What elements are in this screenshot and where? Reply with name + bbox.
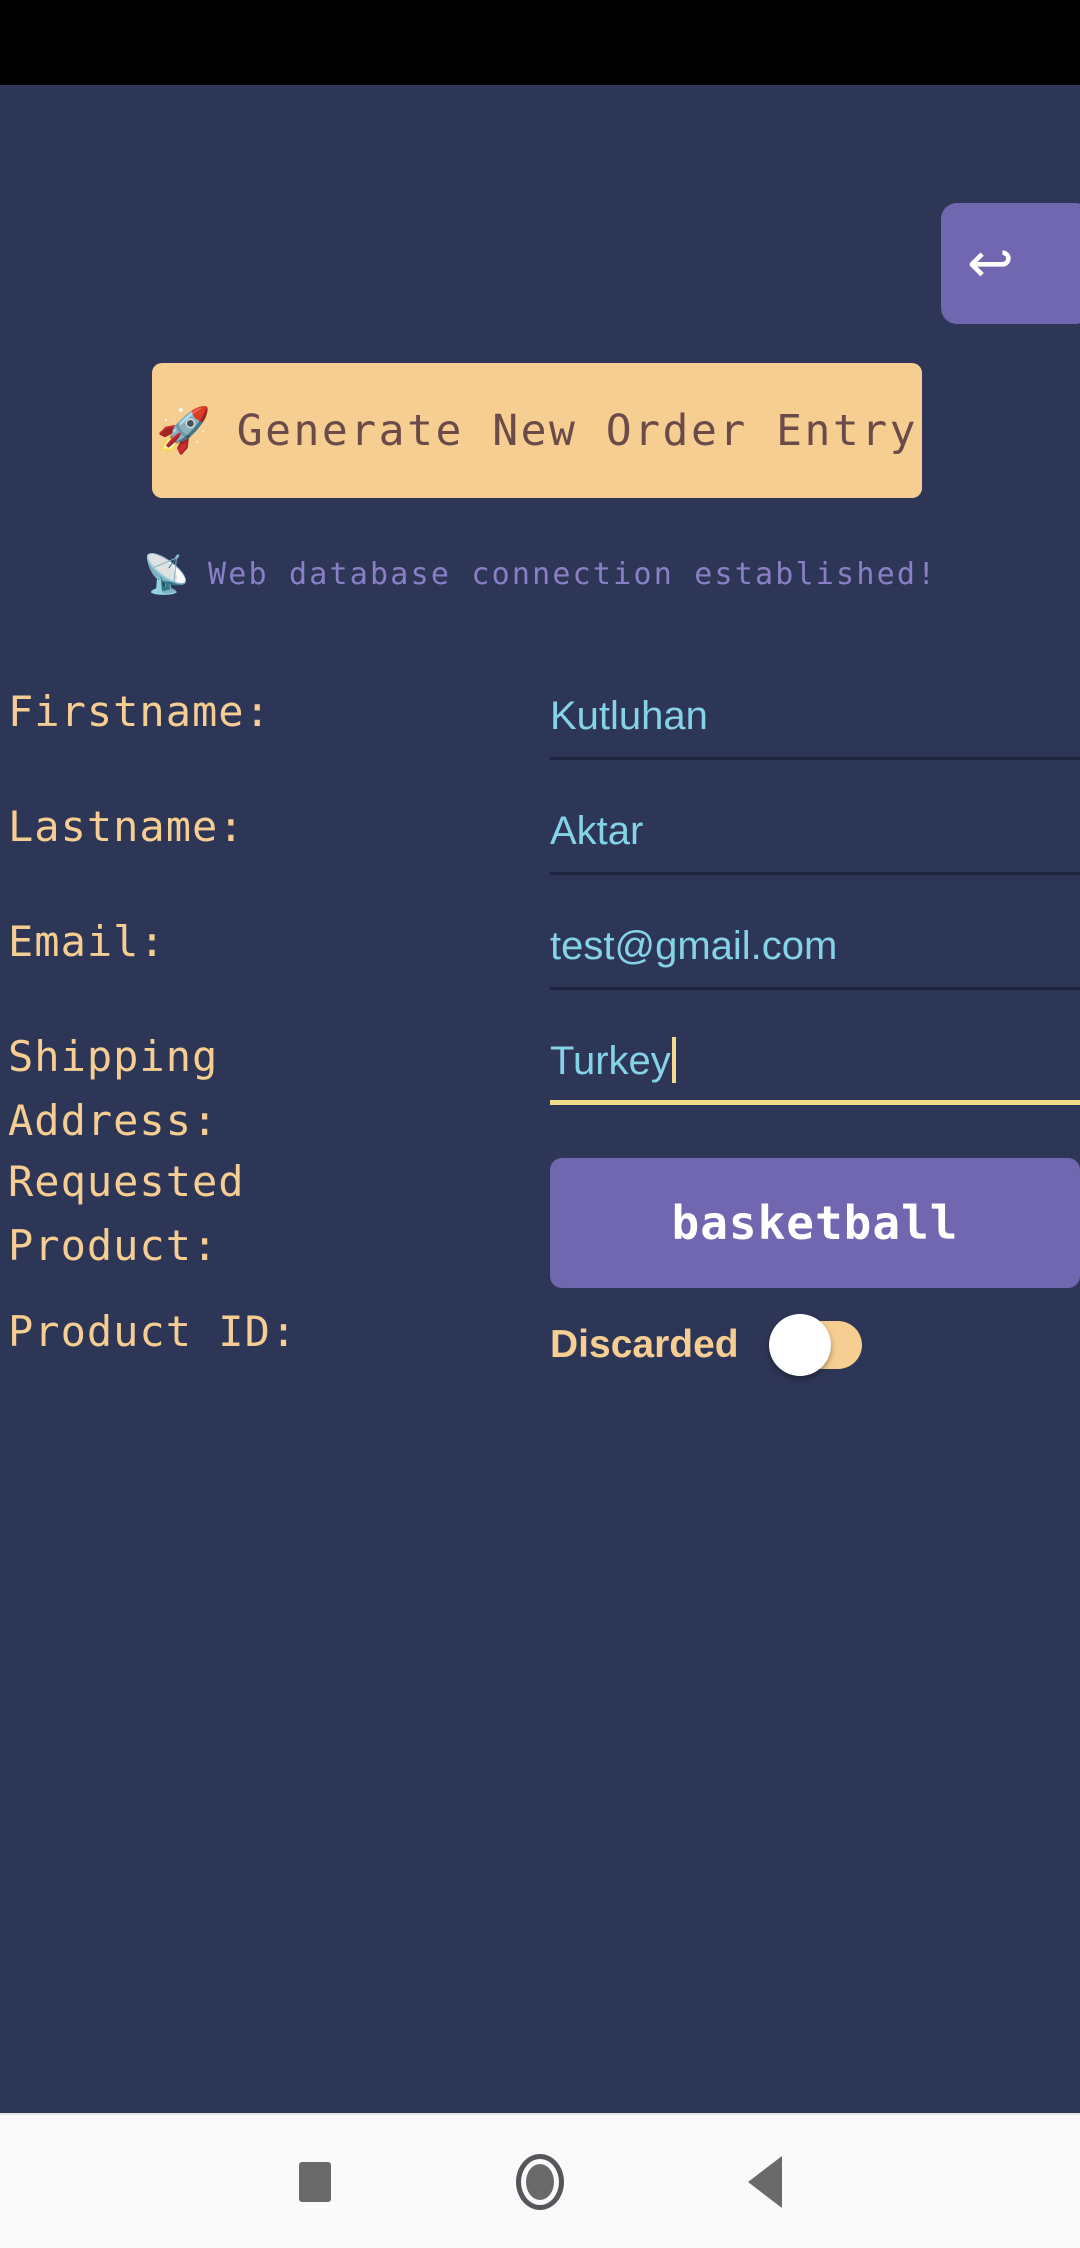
home-button[interactable] xyxy=(428,2114,653,2248)
text-input[interactable]: Turkey xyxy=(550,1033,1080,1105)
product-id-toggle-group: Discarded xyxy=(550,1308,1080,1376)
form-row-label: Product ID: xyxy=(8,1307,298,1356)
form-row-field: Discarded xyxy=(550,1300,1080,1376)
form-row-label: Firstname: xyxy=(8,687,271,736)
form-row-label: Email: xyxy=(8,917,166,966)
app-content: ↩ 🚀 Generate New Order Entry 📡 Web datab… xyxy=(0,85,1080,2113)
product-dropdown[interactable]: basketball xyxy=(550,1158,1080,1288)
form-row-field: Aktar xyxy=(550,795,1080,875)
text-cursor xyxy=(671,1037,676,1083)
form-row: Requested Product: basketball xyxy=(0,1150,1080,1288)
satellite-antenna-icon: 📡 xyxy=(142,552,190,596)
text-input-underline xyxy=(550,757,1080,760)
form-row-label: Requested Product: xyxy=(8,1157,245,1270)
device-screen: ↩ 🚀 Generate New Order Entry 📡 Web datab… xyxy=(0,0,1080,2248)
recents-button[interactable] xyxy=(203,2114,428,2248)
form-row-field: test@gmail.com xyxy=(550,910,1080,990)
form-row: Firstname: Kutluhan xyxy=(0,680,1080,760)
back-nav-button[interactable] xyxy=(653,2114,878,2248)
text-input[interactable]: Kutluhan xyxy=(550,688,1080,760)
form-row-field: basketball xyxy=(550,1150,1080,1288)
toggle-thumb xyxy=(768,1314,831,1376)
generate-new-order-entry-button[interactable]: 🚀 Generate New Order Entry xyxy=(152,363,922,498)
recents-square-icon xyxy=(299,2161,331,2202)
text-input-value: Turkey xyxy=(550,1039,671,1083)
text-input-underline xyxy=(550,1100,1080,1105)
form-row-label: Shipping Address: xyxy=(8,1032,219,1145)
form-row: Product ID: Discarded xyxy=(0,1300,1080,1376)
back-triangle-icon xyxy=(748,2155,782,2208)
text-input[interactable]: test@gmail.com xyxy=(550,918,1080,990)
form-row: Email: test@gmail.com xyxy=(0,910,1080,990)
form-row-field: Turkey xyxy=(550,1025,1080,1105)
form-row-label: Lastname: xyxy=(8,802,245,851)
back-button[interactable]: ↩ xyxy=(941,203,1080,324)
text-input-value: test@gmail.com xyxy=(550,924,838,968)
dropdown-selected-value: basketball xyxy=(671,1196,959,1250)
android-navigation-bar xyxy=(0,2113,1080,2248)
text-input[interactable]: Aktar xyxy=(550,803,1080,875)
form-row: Lastname: Aktar xyxy=(0,795,1080,875)
text-input-value: Kutluhan xyxy=(550,694,708,738)
rocket-icon: 🚀 xyxy=(155,404,211,456)
home-circle-icon xyxy=(516,2153,564,2210)
connection-status-message: 📡 Web database connection established! xyxy=(0,555,1080,593)
text-input-underline xyxy=(550,872,1080,875)
form-row: Shipping Address: Turkey xyxy=(0,1025,1080,1153)
product-id-toggle-switch[interactable] xyxy=(768,1314,864,1376)
toggle-state-label: Discarded xyxy=(550,1323,739,1366)
text-input-value: Aktar xyxy=(550,809,644,853)
back-arrow-icon: ↩ xyxy=(967,230,1014,296)
generate-button-label: Generate New Order Entry xyxy=(236,405,919,456)
status-bar xyxy=(0,0,1080,85)
connection-status-text: Web database connection established! xyxy=(207,556,938,592)
text-input-underline xyxy=(550,987,1080,990)
form-row-field: Kutluhan xyxy=(550,680,1080,760)
